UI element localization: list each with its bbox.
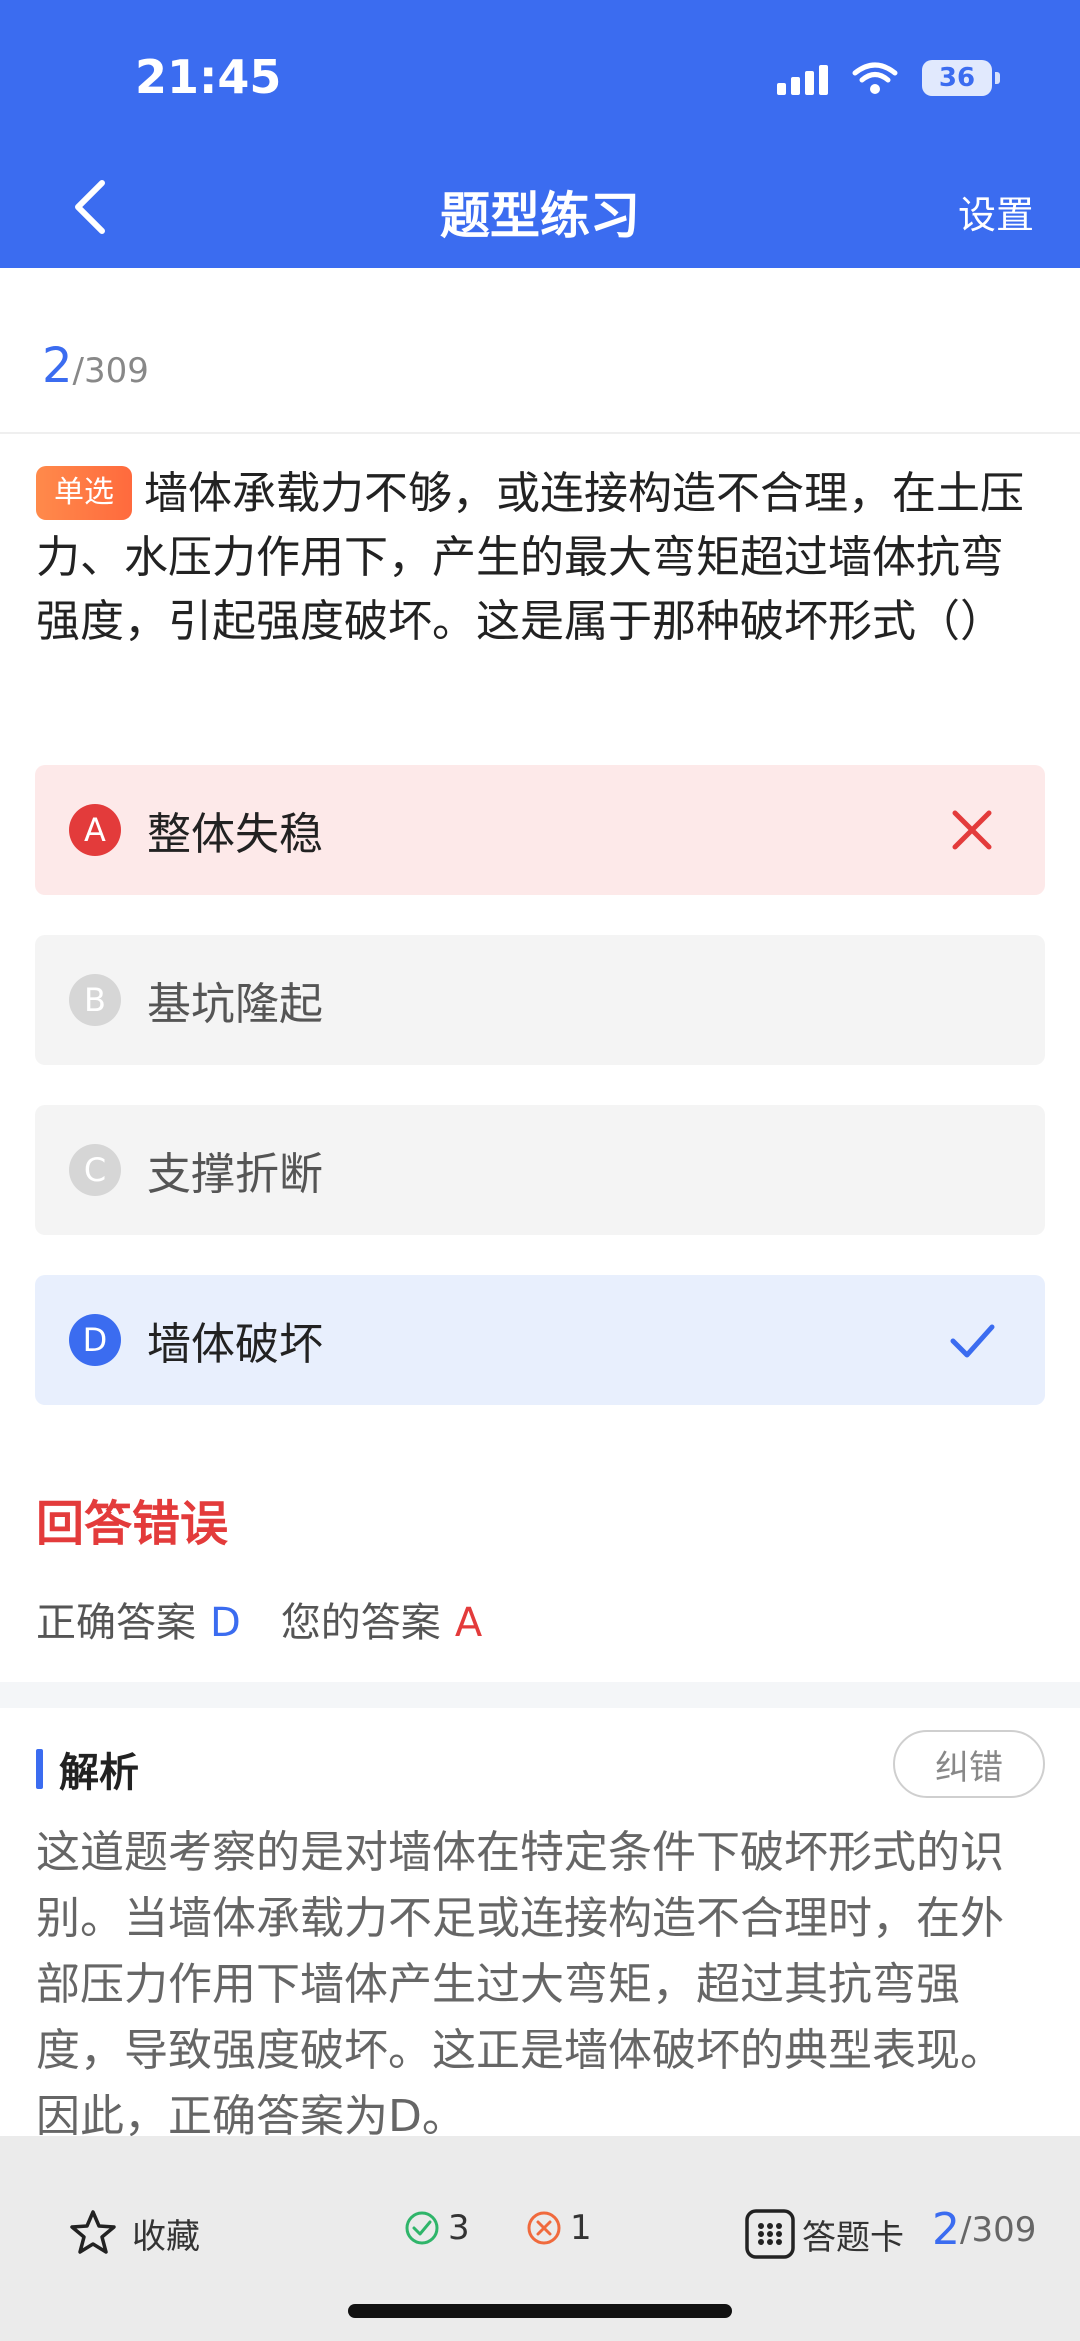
divider — [0, 432, 1080, 434]
x-circle-icon — [527, 2211, 561, 2245]
analysis-text: 这道题考察的是对墙体在特定条件下破坏形式的识别。当墙体承载力不足或连接构造不合理… — [36, 1827, 1004, 2142]
answer-summary: 正确答案 D 您的答案 A — [36, 1590, 482, 1648]
battery-icon: 36 — [922, 60, 1000, 96]
option-b[interactable]: B 基坑隆起 — [35, 935, 1045, 1065]
check-circle-icon — [405, 2211, 439, 2245]
question-progress: 2/309 — [42, 338, 149, 394]
option-d[interactable]: D 墙体破坏 — [35, 1275, 1045, 1405]
option-letter: A — [69, 804, 121, 856]
close-icon — [952, 810, 992, 850]
bottom-page-current: 2 — [932, 2204, 960, 2255]
check-icon — [950, 1324, 995, 1358]
your-answer-label: 您的答案 — [280, 1600, 441, 1646]
wifi-icon — [852, 62, 898, 94]
status-time: 21:45 — [135, 50, 282, 104]
analysis-title: 解析 — [59, 1750, 139, 1796]
option-text: 墙体破坏 — [147, 1319, 323, 1370]
home-indicator — [348, 2304, 732, 2318]
star-icon — [70, 2210, 116, 2254]
section-divider — [0, 1682, 1080, 1708]
favorite-button[interactable]: 收藏 — [68, 2208, 200, 2258]
status-icons: 36 — [777, 60, 1000, 96]
option-text: 支撑折断 — [147, 1149, 323, 1200]
answer-card-label: 答题卡 — [802, 2217, 904, 2258]
answer-card-button[interactable]: 答题卡 — [744, 2208, 904, 2260]
bottom-page-indicator: 2/309 — [932, 2204, 1036, 2255]
top-bar: 21:45 36 题型练习 设置 — [0, 0, 1080, 268]
bottom-page-total: /309 — [960, 2209, 1037, 2250]
option-letter: B — [69, 974, 121, 1026]
correct-count-value: 3 — [448, 2208, 470, 2248]
option-text: 基坑隆起 — [147, 979, 323, 1030]
question-text: 墙体承载力不够，或连接构造不合理，在土压力、水压力作用下，产生的最大弯矩超过墙体… — [36, 468, 1024, 647]
correct-answer-label: 正确答案 — [36, 1600, 196, 1646]
correct-count: 3 — [404, 2208, 470, 2248]
progress-current: 2 — [42, 338, 73, 394]
grid-icon — [745, 2209, 795, 2259]
favorite-label: 收藏 — [132, 2216, 200, 2257]
wrong-count: 1 — [526, 2208, 592, 2248]
analysis-header: 解析 — [36, 1740, 139, 1798]
result-title: 回答错误 — [36, 1496, 229, 1552]
question-type-badge: 单选 — [36, 466, 132, 520]
option-c[interactable]: C 支撑折断 — [35, 1105, 1045, 1235]
progress-total: /309 — [72, 351, 149, 391]
section-accent-bar — [36, 1749, 43, 1789]
settings-button[interactable]: 设置 — [958, 184, 1034, 239]
question-text-block: 单选 墙体承载力不够，或连接构造不合理，在土压力、水压力作用下，产生的最大弯矩超过… — [36, 462, 1046, 654]
wrong-count-value: 1 — [570, 2208, 592, 2248]
correct-answer-value: D — [210, 1600, 241, 1646]
signal-icon — [777, 61, 828, 95]
option-text: 整体失稳 — [147, 809, 323, 860]
option-a[interactable]: A 整体失稳 — [35, 765, 1045, 895]
option-letter: D — [69, 1314, 121, 1366]
option-letter: C — [69, 1144, 121, 1196]
report-error-button[interactable]: 纠错 — [893, 1730, 1045, 1798]
your-answer-value: A — [454, 1600, 483, 1646]
page-title: 题型练习 — [440, 187, 640, 245]
